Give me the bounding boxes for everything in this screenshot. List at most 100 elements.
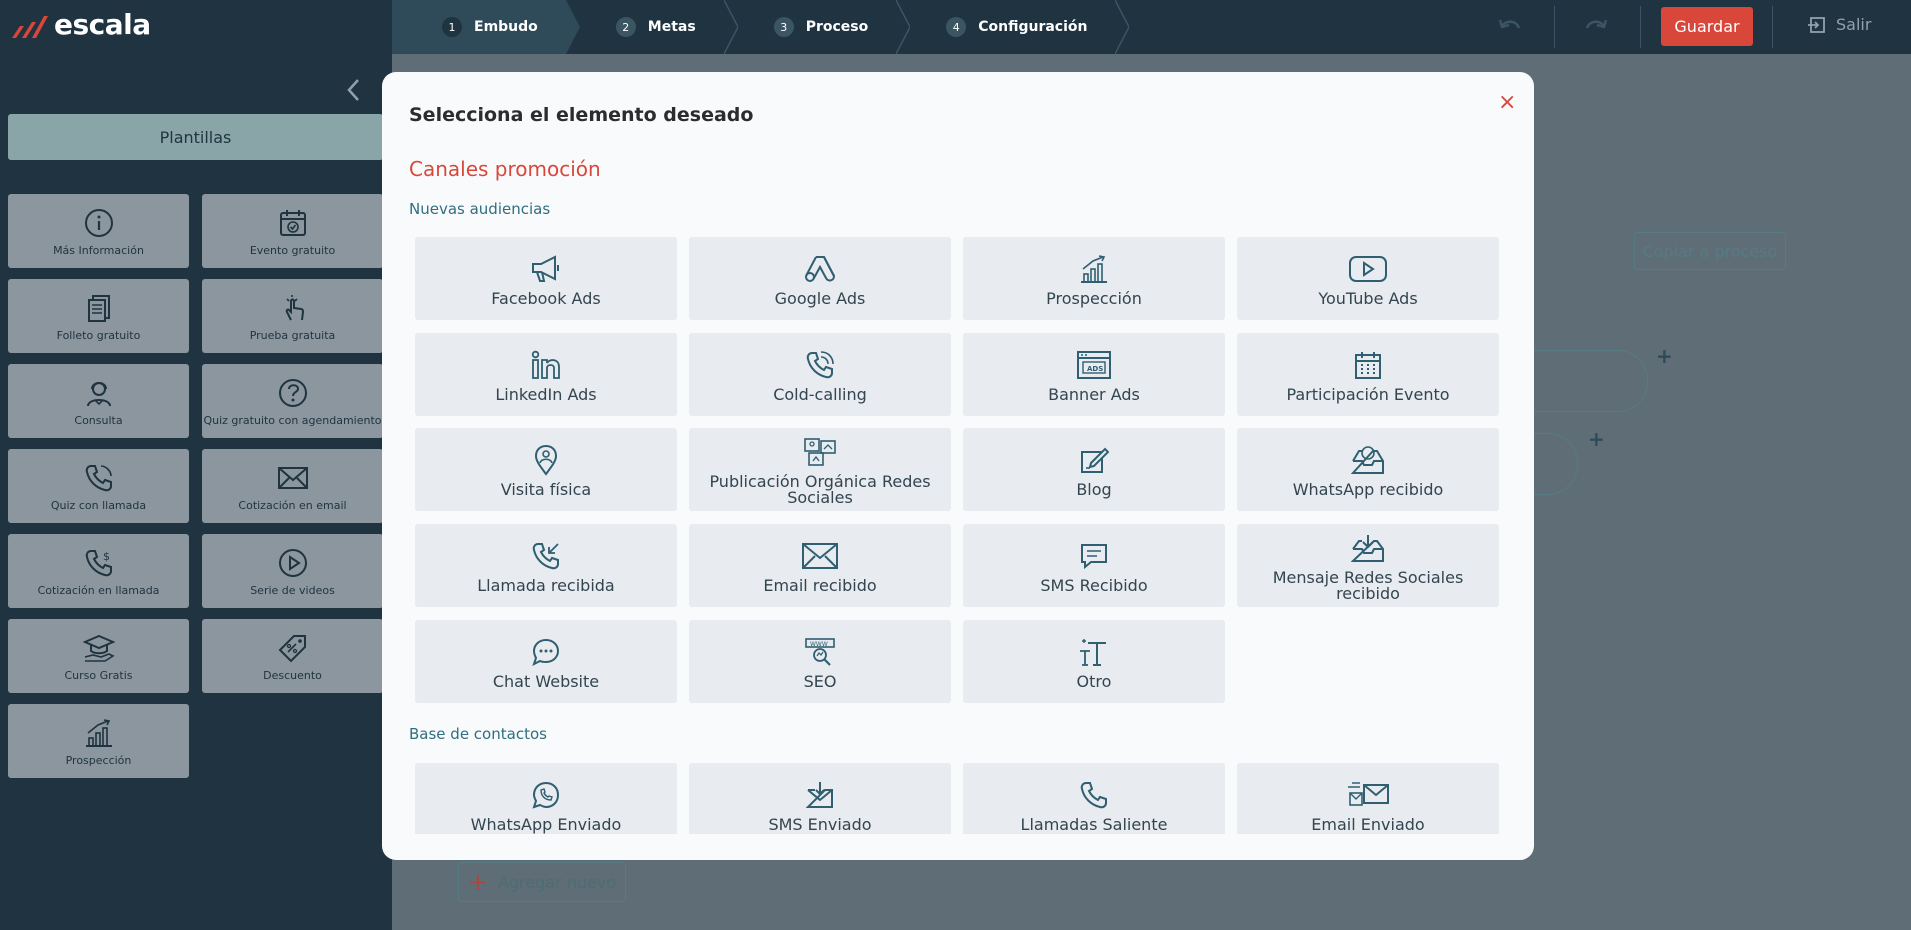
discount-tag-icon bbox=[278, 634, 306, 662]
channel-card-google-ads[interactable]: Google Ads bbox=[689, 237, 951, 320]
save-button[interactable]: Guardar bbox=[1661, 7, 1753, 46]
add-node-icon[interactable]: + bbox=[1588, 427, 1605, 451]
svg-text:ADS: ADS bbox=[1087, 365, 1103, 373]
card-label: Email Enviado bbox=[1311, 814, 1425, 834]
channel-card-llamada-recibida[interactable]: Llamada recibida bbox=[415, 524, 677, 607]
channel-card-email-recibido[interactable]: Email recibido bbox=[689, 524, 951, 607]
linkedin-icon bbox=[531, 350, 560, 379]
template-tile[interactable]: $ Cotización en llamada bbox=[8, 534, 189, 608]
tile-label: Más Información bbox=[53, 243, 144, 257]
phone-dollar-icon: $ bbox=[85, 549, 112, 576]
add-node-icon[interactable]: + bbox=[1656, 344, 1673, 368]
channel-card-publicacion-organica[interactable]: Publicación Orgánica Redes Sociales bbox=[689, 428, 951, 511]
template-tile[interactable]: Descuento bbox=[202, 619, 383, 693]
template-tile[interactable]: Curso Gratis bbox=[8, 619, 189, 693]
step-number: 4 bbox=[946, 17, 967, 37]
copy-to-process-button[interactable]: Copiar a proceso bbox=[1634, 232, 1786, 270]
element-picker-modal: Selecciona el elemento deseado × Canales… bbox=[382, 72, 1534, 860]
plus-icon: + bbox=[467, 868, 488, 896]
chevron-left-icon[interactable] bbox=[346, 78, 362, 102]
text-icon bbox=[1080, 638, 1106, 666]
whatsapp-icon bbox=[532, 781, 560, 809]
card-label: Visita física bbox=[500, 479, 592, 499]
template-tile[interactable]: Folleto gratuito bbox=[8, 279, 189, 353]
calendar-check-icon bbox=[279, 209, 306, 236]
channel-card-participacion-evento[interactable]: Participación Evento bbox=[1237, 333, 1499, 416]
inbox-whatsapp-icon bbox=[1351, 445, 1384, 474]
top-bar: escala 1 Embudo 2 Metas 3 Proceso 4 Conf… bbox=[0, 0, 1911, 54]
modal-scroll-area[interactable]: Selecciona el elemento deseado × Canales… bbox=[382, 72, 1534, 834]
tile-label: Cotización en email bbox=[238, 498, 347, 512]
close-icon[interactable]: × bbox=[1498, 90, 1516, 115]
svg-text:WWW: WWW bbox=[810, 641, 828, 648]
channel-card-visita-fisica[interactable]: Visita física bbox=[415, 428, 677, 511]
add-new-button[interactable]: + Agregar nuevo bbox=[458, 862, 626, 902]
channel-card-mensaje-redes[interactable]: Mensaje Redes Sociales recibido bbox=[1237, 524, 1499, 607]
step-label: Embudo bbox=[474, 19, 538, 35]
card-label: Blog bbox=[1076, 479, 1112, 499]
channel-card-facebook-ads[interactable]: Facebook Ads bbox=[415, 237, 677, 320]
phone-ring-icon bbox=[806, 350, 834, 378]
template-tile[interactable]: Consulta bbox=[8, 364, 189, 438]
sidebar: Plantillas Más Información Evento gratui… bbox=[0, 54, 392, 930]
channel-card-seo[interactable]: WWW SEO bbox=[689, 620, 951, 703]
channel-card-email-enviado[interactable]: Email Enviado bbox=[1237, 763, 1499, 834]
card-label: Publicación Orgánica Redes Sociales bbox=[709, 471, 931, 507]
tile-label: Prospección bbox=[65, 753, 132, 767]
tile-label: Descuento bbox=[263, 668, 322, 682]
step-configuracion[interactable]: 4 Configuración bbox=[896, 0, 1130, 54]
template-tile[interactable]: Quiz gratuito con agendamiento bbox=[202, 364, 383, 438]
escala-logo-icon bbox=[12, 15, 48, 38]
brochure-icon bbox=[87, 294, 110, 322]
templates-button[interactable]: Plantillas bbox=[8, 114, 383, 160]
chevron-separator-icon bbox=[1115, 0, 1130, 54]
channel-card-whatsapp-recibido[interactable]: WhatsApp recibido bbox=[1237, 428, 1499, 511]
add-new-label: Agregar nuevo bbox=[497, 872, 617, 892]
template-tile[interactable]: Prospección bbox=[8, 704, 189, 778]
tile-label: Quiz gratuito con agendamiento bbox=[203, 413, 382, 427]
channel-card-linkedin-ads[interactable]: LinkedIn Ads bbox=[415, 333, 677, 416]
channel-card-banner-ads[interactable]: ADS Banner Ads bbox=[963, 333, 1225, 416]
template-tile[interactable]: Evento gratuito bbox=[202, 194, 383, 268]
logo-text: escala bbox=[54, 8, 151, 41]
card-label: Participación Evento bbox=[1286, 384, 1450, 404]
google-ads-icon bbox=[805, 255, 836, 282]
card-label: WhatsApp recibido bbox=[1292, 479, 1444, 499]
group-title: Base de contactos bbox=[409, 725, 547, 743]
social-post-icon bbox=[804, 437, 836, 466]
undo-icon[interactable] bbox=[1498, 16, 1522, 38]
card-label: Google Ads bbox=[774, 288, 866, 308]
channel-card-llamadas-saliente[interactable]: Llamadas Saliente bbox=[963, 763, 1225, 834]
template-tile[interactable]: Quiz con llamada bbox=[8, 449, 189, 523]
step-label: Metas bbox=[647, 19, 696, 35]
wizard-steps: 1 Embudo 2 Metas 3 Proceso 4 Configuraci… bbox=[392, 0, 1130, 54]
channel-card-prospeccion[interactable]: Prospección bbox=[963, 237, 1225, 320]
card-label: Cold-calling bbox=[773, 384, 867, 404]
step-metas[interactable]: 2 Metas bbox=[566, 0, 738, 54]
channel-card-blog[interactable]: Blog bbox=[963, 428, 1225, 511]
redo-icon[interactable] bbox=[1584, 16, 1608, 38]
group-title: Nuevas audiencias bbox=[409, 200, 551, 218]
tile-label: Serie de videos bbox=[250, 583, 335, 597]
channel-card-otro[interactable]: Otro bbox=[963, 620, 1225, 703]
step-proceso[interactable]: 3 Proceso bbox=[724, 0, 911, 54]
channel-card-chat-website[interactable]: Chat Website bbox=[415, 620, 677, 703]
exit-button[interactable]: Salir bbox=[1808, 15, 1871, 34]
phone-icon bbox=[1080, 781, 1107, 808]
step-embudo[interactable]: 1 Embudo bbox=[392, 0, 580, 54]
channel-card-sms-recibido[interactable]: SMS Recibido bbox=[963, 524, 1225, 607]
card-label: Banner Ads bbox=[1048, 384, 1140, 404]
card-label: SMS Recibido bbox=[1040, 575, 1148, 595]
channel-card-sms-enviado[interactable]: SMS Enviado bbox=[689, 763, 951, 834]
consultant-icon bbox=[86, 381, 111, 406]
template-tile[interactable]: Serie de videos bbox=[202, 534, 383, 608]
channel-card-whatsapp-enviado[interactable]: WhatsApp Enviado bbox=[415, 763, 677, 834]
template-tile[interactable]: Más Información bbox=[8, 194, 189, 268]
channel-card-cold-calling[interactable]: Cold-calling bbox=[689, 333, 951, 416]
template-tile[interactable]: Cotización en email bbox=[202, 449, 383, 523]
calendar-icon bbox=[1355, 351, 1381, 379]
template-tile[interactable]: Prueba gratuita bbox=[202, 279, 383, 353]
channel-card-youtube-ads[interactable]: YouTube Ads bbox=[1237, 237, 1499, 320]
tile-label: Prueba gratuita bbox=[249, 328, 336, 342]
card-label: Llamada recibida bbox=[477, 575, 615, 595]
